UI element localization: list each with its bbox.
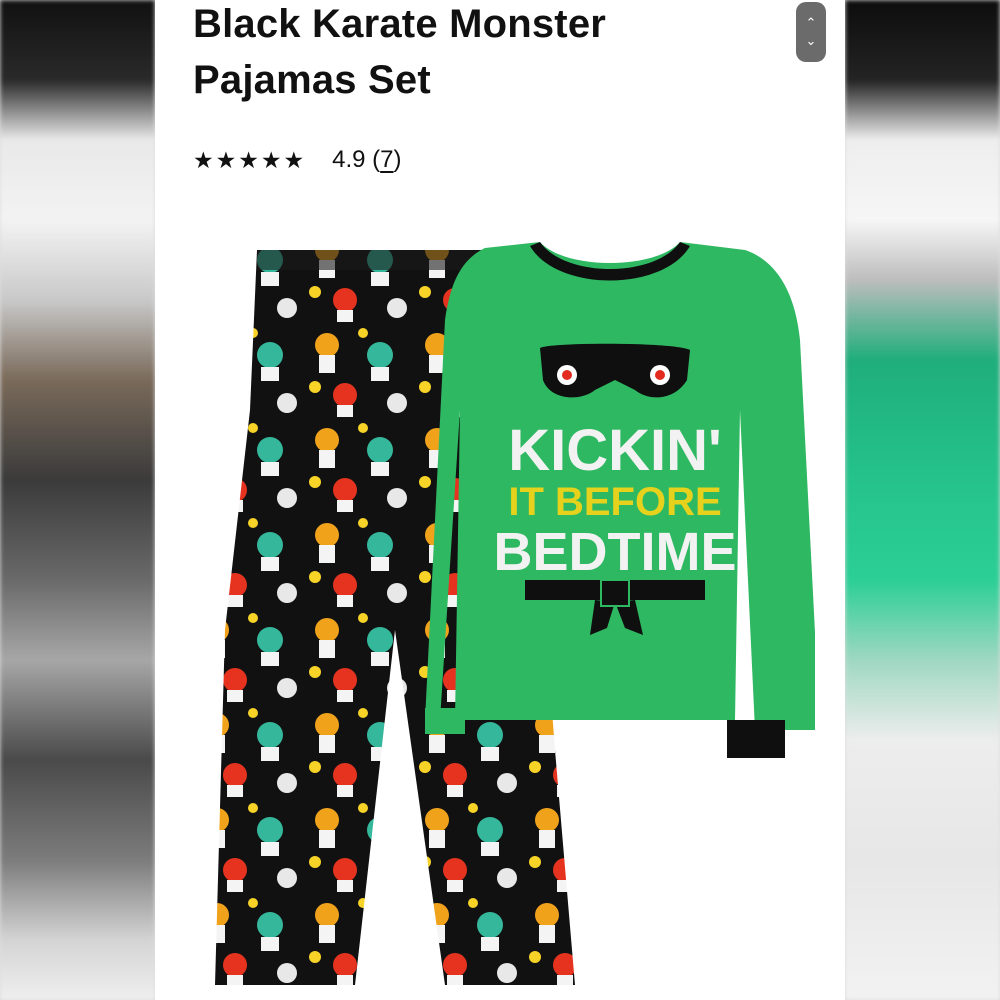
star-rating: ★★★★★ (193, 147, 306, 174)
chevron-up-icon[interactable]: ⌃ (806, 14, 817, 32)
blurred-background-left (0, 0, 155, 1000)
star-icon: ★ (215, 146, 239, 173)
rating-count-link[interactable]: 7 (380, 146, 393, 174)
star-icon: ★ (238, 146, 261, 173)
shirt-text-line3: BEDTIME (494, 522, 737, 582)
shirt: KICKIN' IT BEFORE BEDTIME (425, 242, 815, 758)
product-image[interactable]: KICKIN' IT BEFORE BEDTIME (195, 230, 815, 990)
rating-value: 4.9 (332, 146, 366, 173)
shirt-text-line2: IT BEFORE (508, 480, 721, 524)
star-icon: ★ (193, 146, 216, 173)
product-rating[interactable]: ★★★★★ 4.9 (7) (193, 146, 402, 174)
rating-count-paren-open: ( (365, 146, 381, 173)
star-icon: ★ (283, 146, 307, 173)
scroll-control[interactable]: ⌃ ⌄ (796, 2, 826, 62)
rating-count-paren-close: ) (393, 146, 402, 173)
product-page: Black Karate Monster Pajamas Set ⌃ ⌄ ★★★… (155, 0, 845, 1000)
shirt-text-line1: KICKIN' (508, 418, 722, 483)
blurred-background-right (845, 0, 1000, 1000)
star-icon: ★ (260, 146, 284, 173)
chevron-down-icon[interactable]: ⌄ (806, 32, 817, 50)
product-title: Black Karate Monster Pajamas Set (193, 2, 607, 102)
